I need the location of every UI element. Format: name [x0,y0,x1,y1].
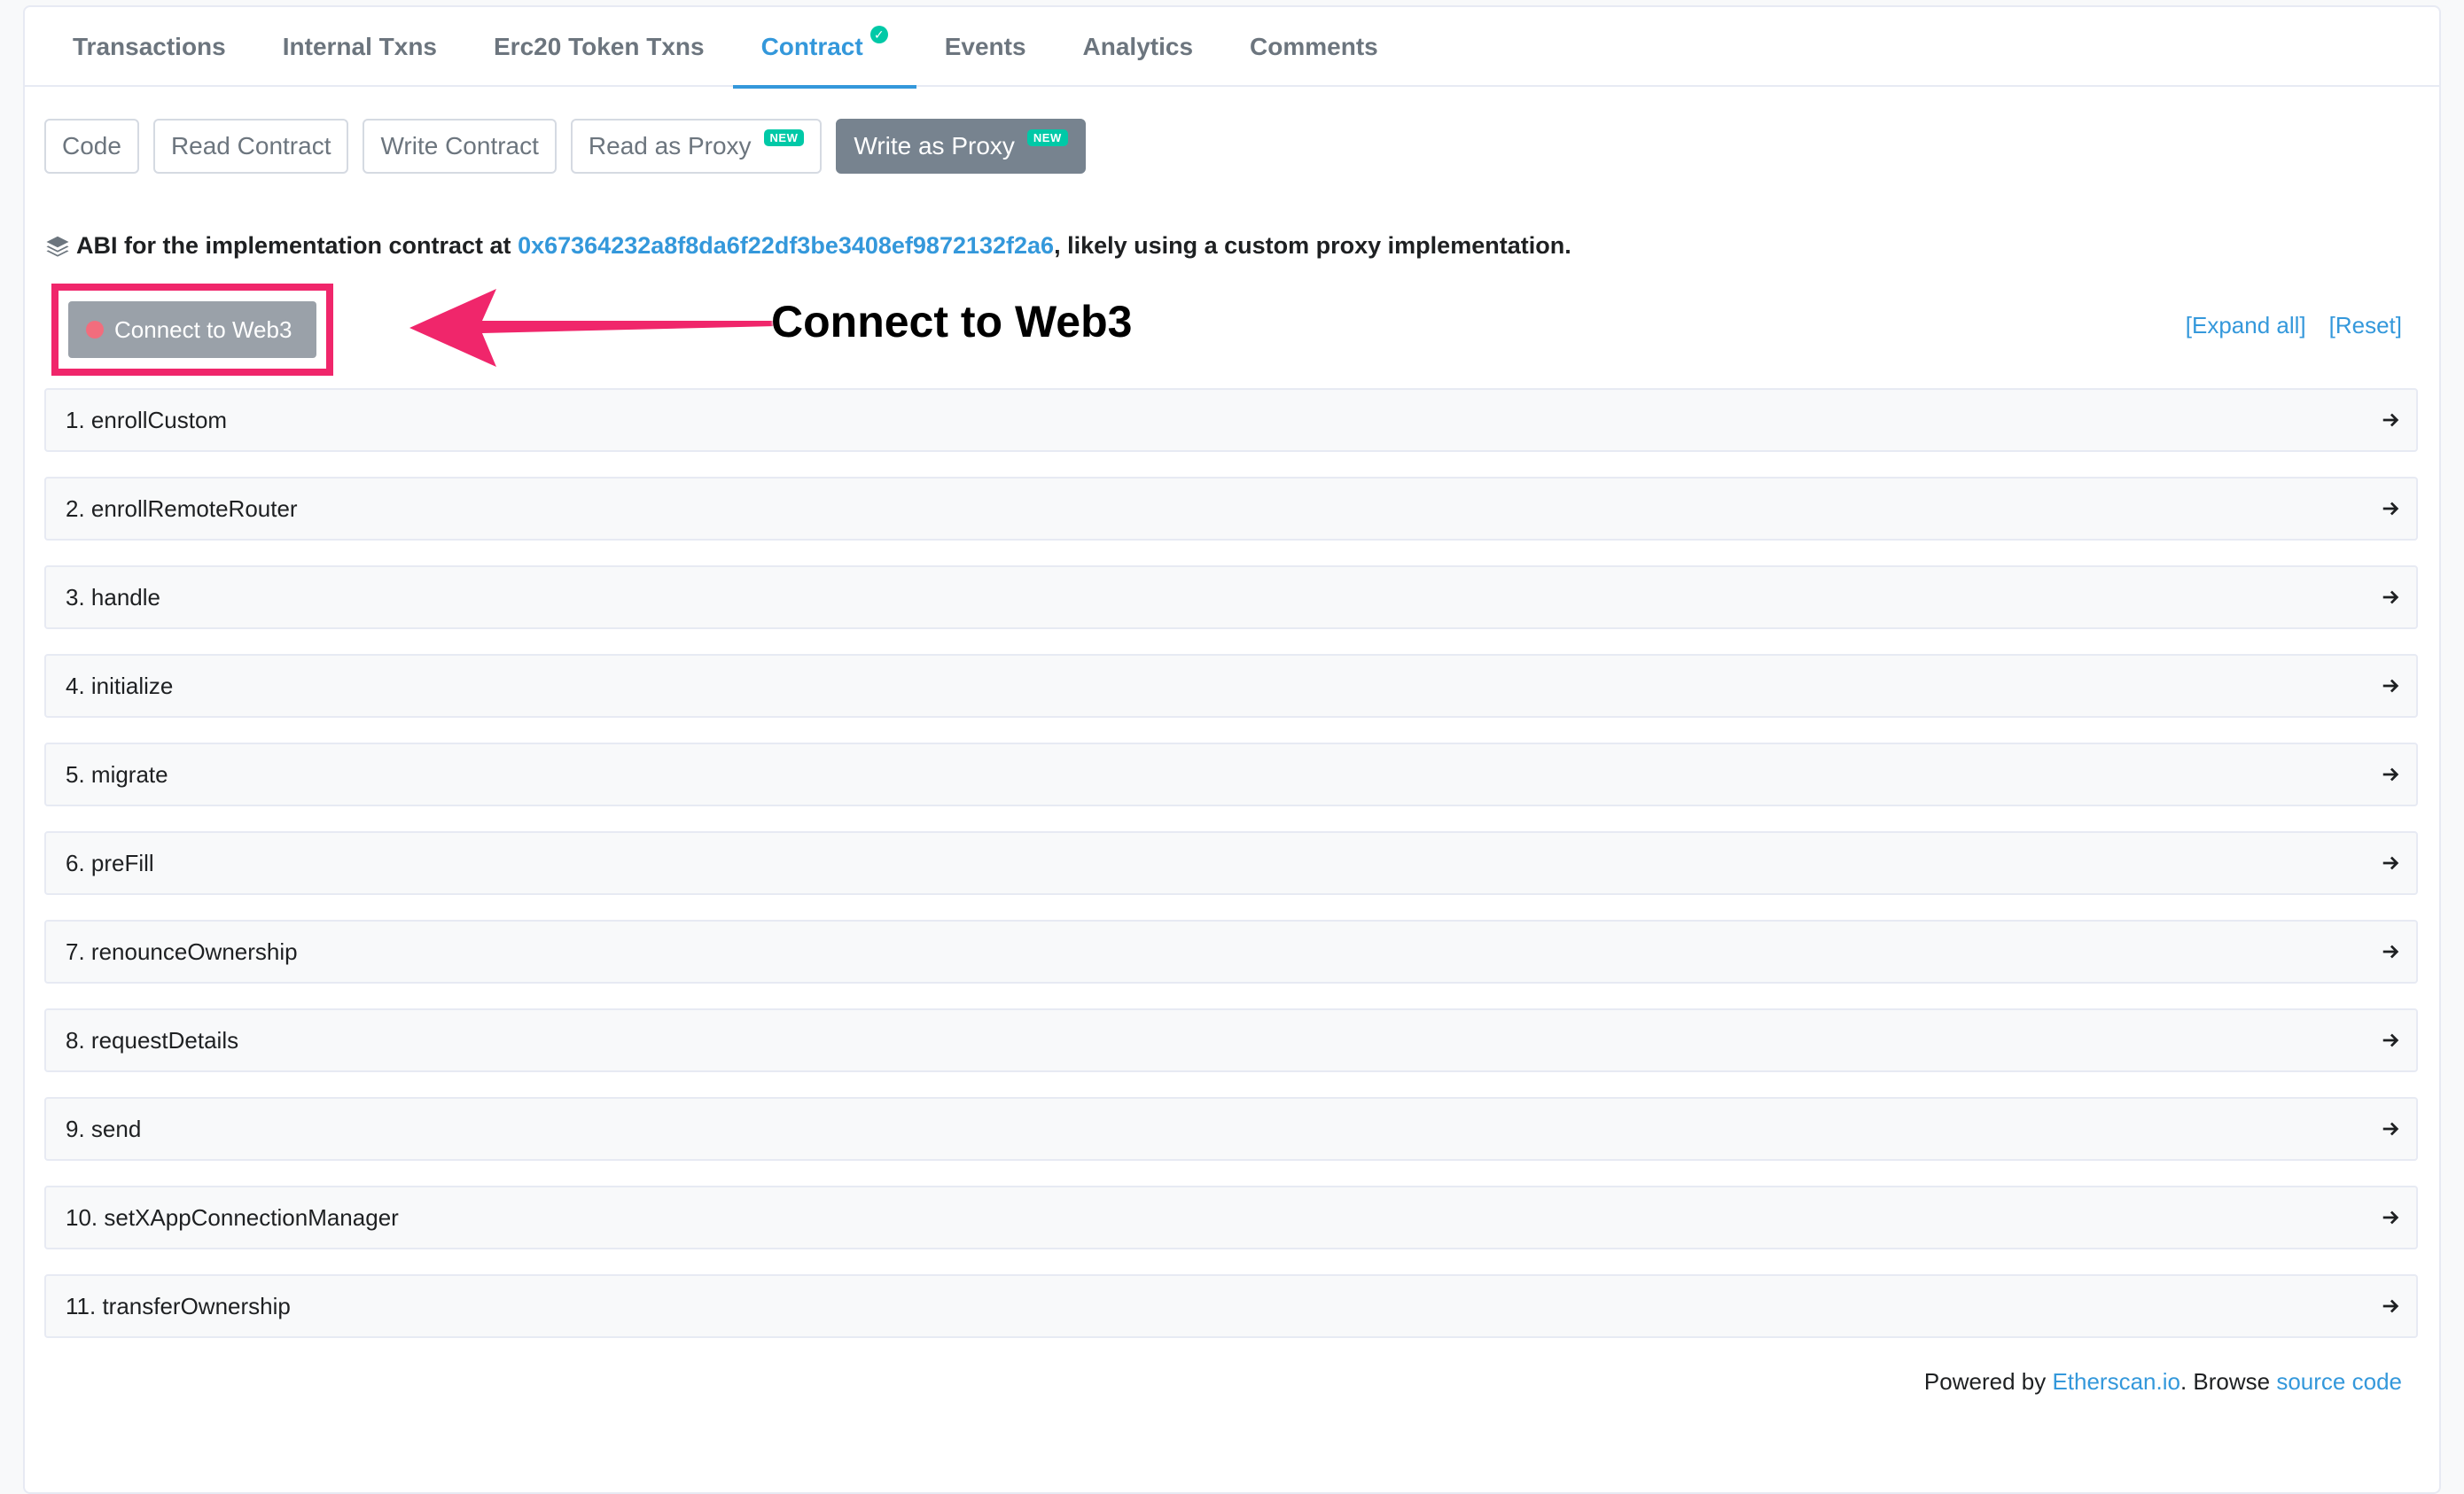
tab-events[interactable]: Events [916,7,1055,87]
tab-erc20-token-txns[interactable]: Erc20 Token Txns [465,7,733,87]
function-row[interactable]: 4. initialize [44,654,2418,718]
browse-text: . Browse [2179,1368,2277,1395]
function-name: 2. enrollRemoteRouter [66,494,298,522]
arrow-right-icon [2382,1299,2399,1313]
arrow-right-icon [2382,856,2399,870]
arrow-right-icon [2382,767,2399,782]
tab-label: Internal Txns [282,33,437,60]
abi-tools: [Expand all] [Reset] [2186,312,2402,339]
function-row[interactable]: 11. transferOwnership [44,1274,2418,1338]
read-contract-button[interactable]: Read Contract [152,119,349,174]
write-contract-button[interactable]: Write Contract [363,119,557,174]
new-badge: NEW [763,128,805,146]
tab-comments[interactable]: Comments [1221,7,1407,87]
function-row[interactable]: 3. handle [44,565,2418,629]
function-row[interactable]: 5. migrate [44,743,2418,806]
tab-transactions[interactable]: Transactions [44,7,254,87]
disconnected-status-dot [86,321,104,338]
function-name: 9. send [66,1115,142,1142]
arrow-right-icon [2382,413,2399,427]
function-row[interactable]: 10. setXAppConnectionManager [44,1186,2418,1249]
function-row[interactable]: 9. send [44,1097,2418,1161]
function-name: 5. migrate [66,760,168,788]
tab-label: Comments [1250,33,1378,60]
write-contract-label: Write Contract [380,132,539,160]
annotation-arrow-icon [409,289,776,367]
tab-bar: Transactions Internal Txns Erc20 Token T… [25,7,2439,89]
function-name: 3. handle [66,583,160,611]
new-badge: NEW [1026,128,1068,146]
tab-label: Contract [760,33,863,60]
arrow-right-icon [2382,590,2399,604]
code-label: Code [62,132,121,160]
implementation-address-link[interactable]: 0x67364232a8f8da6f22df3be3408ef9872132f2… [518,232,1054,260]
layers-icon [46,236,69,257]
function-row[interactable]: 1. enrollCustom [44,388,2418,452]
tab-label: Erc20 Token Txns [494,33,705,60]
connect-to-web3-button[interactable]: Connect to Web3 [68,301,316,358]
arrow-right-icon [2382,1122,2399,1136]
read-contract-label: Read Contract [170,132,331,160]
function-row[interactable]: 8. requestDetails [44,1008,2418,1072]
tab-analytics[interactable]: Analytics [1055,7,1222,87]
tab-contract[interactable]: Contract ✓ [732,7,916,89]
source-code-link[interactable]: source code [2276,1368,2402,1395]
write-as-proxy-label: Write as Proxy [854,132,1015,160]
read-as-proxy-button[interactable]: Read as Proxy NEW [570,119,823,174]
contract-subnav: Code Read Contract Write Contract Read a… [44,119,1086,174]
function-row[interactable]: 6. preFill [44,831,2418,895]
function-row[interactable]: 7. renounceOwnership [44,920,2418,984]
function-name: 10. setXAppConnectionManager [66,1203,399,1231]
function-name: 6. preFill [66,849,154,876]
tab-label: Transactions [73,33,226,60]
verified-check-icon: ✓ [869,26,888,43]
connect-label: Connect to Web3 [114,315,292,343]
function-name: 7. renounceOwnership [66,938,298,965]
abi-suffix: , likely using a custom proxy implementa… [1054,232,1571,259]
contract-card: Transactions Internal Txns Erc20 Token T… [23,5,2441,1494]
tab-internal-txns[interactable]: Internal Txns [254,7,465,87]
etherscan-link[interactable]: Etherscan.io [2052,1368,2180,1395]
tab-label: Events [944,33,1026,60]
arrow-right-icon [2382,945,2399,959]
reset-link[interactable]: [Reset] [2329,312,2402,339]
function-name: 8. requestDetails [66,1026,239,1054]
abi-prefix: ABI for the implementation contract at [76,232,511,259]
write-as-proxy-button[interactable]: Write as Proxy NEW [836,119,1086,174]
footer: Powered by Etherscan.io. Browse source c… [1924,1368,2402,1396]
function-list: 1. enrollCustom 2. enrollRemoteRouter 3.… [44,388,2418,1363]
arrow-right-icon [2382,1033,2399,1047]
arrow-right-icon [2382,1210,2399,1225]
read-as-proxy-label: Read as Proxy [588,132,752,160]
tab-label: Analytics [1082,33,1194,60]
powered-by-text: Powered by [1923,1368,2053,1395]
annotation-label: Connect to Web3 [771,297,1133,346]
function-name: 1. enrollCustom [66,406,228,433]
abi-notice: ABI for the implementation contract at 0… [44,232,1571,260]
arrow-right-icon [2382,679,2399,693]
function-row[interactable]: 2. enrollRemoteRouter [44,477,2418,541]
code-button[interactable]: Code [44,119,139,174]
arrow-right-icon [2382,502,2399,516]
function-name: 4. initialize [66,672,174,699]
expand-all-link[interactable]: [Expand all] [2186,312,2306,339]
function-name: 11. transferOwnership [66,1292,291,1319]
